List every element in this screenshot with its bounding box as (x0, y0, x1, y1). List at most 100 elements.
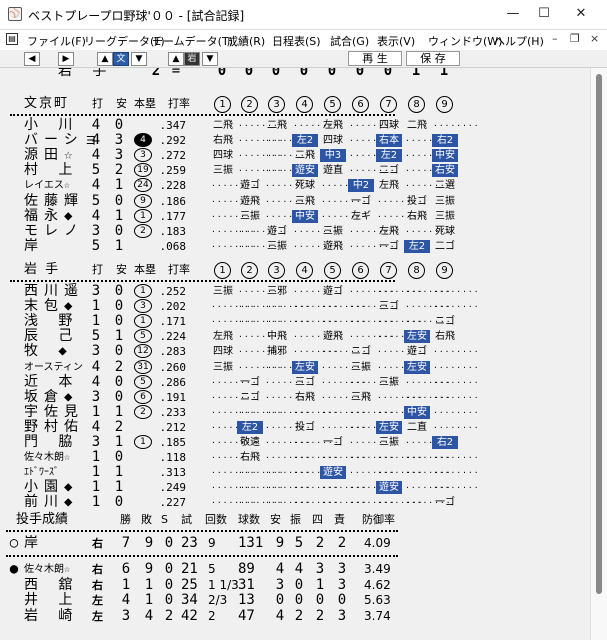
score-inning: 0 (299, 68, 309, 79)
pitcher-w: 3 (121, 607, 131, 624)
inning-header: 2 (241, 260, 258, 280)
player-avg: .249 (159, 481, 187, 495)
player-ab: 1 (91, 464, 101, 481)
prev-icon[interactable]: ◀ (24, 52, 40, 66)
player-row: モレノ 3 0 2.183 ········ ········ 遊ゴ ········ 三振 ··… (0, 223, 590, 239)
inning-header: 7 (380, 260, 397, 280)
at-bat-result: 遊ゴ (407, 346, 427, 358)
player-ab: 1 (91, 479, 101, 496)
team-header-row: 岩 手 打安本塁 打率 1 2 3 4 5 6 7 8 9 (0, 260, 590, 280)
inning-number: 8 (408, 262, 425, 279)
player-h: 1 (114, 207, 124, 224)
at-bat-result: 二飛 (295, 150, 315, 162)
player-h: 0 (114, 449, 124, 466)
header-ab: 打 (92, 263, 103, 276)
pitching-header: 防御率 (362, 513, 395, 526)
save-button[interactable]: 保 存 (406, 51, 460, 66)
menu-view[interactable]: 表示(V) (377, 33, 415, 49)
menu-file[interactable]: ファイル(F) (27, 33, 86, 49)
pitcher-h: 0 (275, 592, 285, 608)
at-bat-result: 死球 (295, 180, 315, 192)
pitcher-name: 西 舘 (24, 576, 79, 593)
team-name: 文京町 (24, 96, 70, 111)
player-ab: 4 (91, 147, 101, 164)
player-h: 1 (114, 479, 124, 496)
player-name: オースティン (24, 361, 83, 373)
player-avg: .260 (159, 360, 187, 374)
at-bat-result: 三ゴ (295, 376, 315, 388)
player-row: 坂倉◆ 3 0 6.191 ········ ニゴ ········ 右飛 ········ 三飛… (0, 388, 590, 405)
scroll-thumb[interactable] (596, 74, 602, 594)
mdi-close-icon[interactable]: × (590, 32, 599, 45)
inning-header: 4 (296, 260, 313, 280)
menu-help[interactable]: ヘルプ(H) (494, 33, 544, 49)
mdi-restore-icon[interactable]: ❐ (570, 32, 580, 45)
player-h: 0 (114, 313, 124, 330)
replay-button[interactable]: 再 生 (348, 51, 402, 66)
player-h: 0 (114, 373, 124, 390)
team1-button[interactable]: 文 (113, 52, 129, 66)
at-bat-result: 三振 (267, 240, 287, 252)
at-bat-result: 三振 (379, 376, 399, 388)
pitcher-er: 3 (337, 561, 347, 577)
pitching-header: S (161, 513, 168, 526)
pitching-header: 四 (312, 513, 323, 526)
player-avg: .292 (159, 134, 187, 148)
scroll-down-icon[interactable]: ▼ (202, 52, 218, 66)
close-button[interactable]: ✕ (570, 4, 592, 24)
minimize-button[interactable]: — (502, 4, 524, 24)
menu-stats[interactable]: 成績(R) (227, 33, 265, 49)
pitcher-mark: ○ (9, 535, 19, 551)
at-bat-result: 遊飛 (240, 195, 260, 207)
menu-schedule[interactable]: 日程表(S) (272, 33, 321, 49)
player-row: レイエス☆ 4 1 24.228 ········ 遊ゴ ········ 死球 ·······… (0, 178, 590, 193)
pitching-header: 安 (270, 513, 281, 526)
at-bat-result: 左ギ (351, 210, 371, 222)
inning-header: 8 (408, 260, 425, 280)
at-bat-result: 二飛 (267, 120, 287, 131)
menu-window[interactable]: ウィンドウ(W) (428, 33, 502, 49)
player-h: 0 (114, 298, 124, 315)
mdi-minimize-icon[interactable]: – (552, 32, 558, 45)
player-h: 0 (114, 283, 124, 299)
vertical-scrollbar[interactable] (590, 68, 607, 640)
at-bat-result: 左安 (376, 420, 402, 434)
inning-number: 4 (296, 262, 313, 279)
at-bat-result: ニゴ (435, 316, 455, 328)
team2-button[interactable]: 岩 (184, 52, 200, 66)
pitcher-g: 21 (181, 561, 198, 577)
pitcher-row: 岩 崎左 3 4 2 42 2 47 4 2 2 3 3.74 (0, 607, 590, 624)
pitcher-s: 0 (164, 576, 174, 593)
at-bat-result: 右安 (432, 164, 458, 178)
scroll-up-icon[interactable]: ▲ (97, 52, 113, 66)
next-icon[interactable]: ▶ (58, 52, 74, 66)
inning-header: 7 (380, 94, 397, 114)
at-bat-result: 右本 (376, 134, 402, 148)
menu-team-data[interactable]: チームデータ(T) (152, 33, 233, 49)
document-icon[interactable]: ▤ (6, 33, 18, 45)
player-name: 野村佑 (24, 418, 84, 435)
menu-game[interactable]: 試合(G) (330, 33, 369, 49)
player-row: 浅 野 1 0 1.171 ········ ········ ········ ······… (0, 314, 590, 329)
at-bat-result: ニゴ (240, 391, 260, 403)
pitcher-pc: 131 (238, 535, 264, 551)
player-h: 2 (114, 162, 124, 179)
at-bat-result: 三振 (351, 361, 371, 373)
scroll-down-icon[interactable]: ▼ (131, 52, 147, 66)
empty-at-bat: ········ (433, 362, 480, 372)
pitcher-bb: 0 (315, 592, 325, 608)
player-name: 福永◆ (24, 207, 79, 224)
player-ab: 5 (91, 192, 101, 209)
player-name: 坂倉◆ (24, 388, 79, 405)
player-row: 福永◆ 4 1 1.177 ········ 三振 ········ 中安 ········ 左ギ… (0, 207, 590, 224)
separator (10, 114, 395, 116)
maximize-button[interactable]: ☐ (533, 4, 555, 24)
player-name: 佐藤輝 (24, 192, 84, 209)
baseball-cap-icon: ⚾ (8, 7, 22, 21)
player-avg: .283 (159, 345, 187, 359)
pitcher-era: 3.74 (364, 608, 391, 623)
header-avg: 打率 (168, 97, 190, 110)
player-h: 1 (114, 403, 124, 420)
scroll-up-icon[interactable]: ▲ (168, 52, 184, 66)
pitcher-w: 4 (121, 592, 131, 608)
